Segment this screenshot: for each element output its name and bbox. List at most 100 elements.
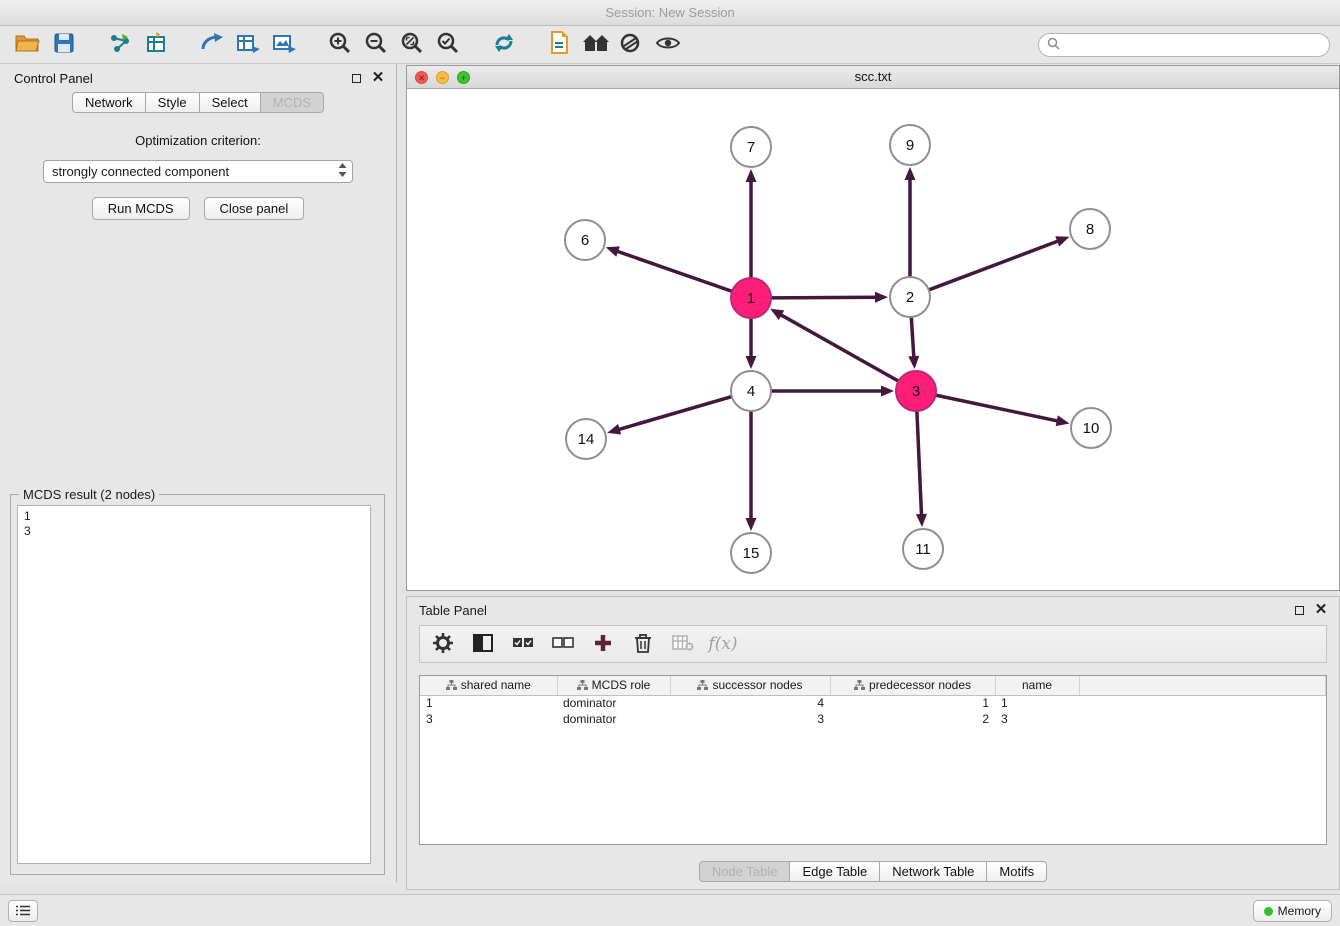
home-button[interactable]	[578, 29, 614, 61]
node-label-8: 8	[1086, 221, 1094, 238]
table-panel: Table Panel ✕	[406, 596, 1340, 890]
edge-arrowhead	[746, 518, 757, 531]
table-row[interactable]: 3 dominator 3 2 3	[420, 711, 1326, 727]
column-header-mcds-role[interactable]: MCDS role	[557, 676, 670, 695]
edge-arrowhead	[1056, 415, 1070, 426]
show-hide-button[interactable]	[650, 29, 686, 61]
close-window-button[interactable]: ✕	[415, 71, 428, 84]
memory-button[interactable]: Memory	[1253, 900, 1332, 922]
edge-2-8[interactable]	[929, 241, 1059, 290]
delete-table-icon	[672, 635, 694, 654]
refresh-view-button[interactable]	[486, 29, 522, 61]
task-history-button[interactable]	[8, 900, 38, 922]
tab-network[interactable]: Network	[72, 92, 146, 113]
column-type-icon	[854, 680, 865, 690]
window-titlebar: Session: New Session	[0, 0, 1340, 26]
stepper-arrows-icon	[337, 162, 348, 181]
column-header-successor-nodes[interactable]: successor nodes	[670, 676, 830, 695]
export-image-button[interactable]	[266, 29, 302, 61]
control-panel: Control Panel ✕ Network Style Select MCD…	[0, 64, 397, 882]
node-label-7: 7	[747, 139, 755, 156]
open-folder-icon	[15, 33, 41, 56]
open-session-button[interactable]	[10, 29, 46, 61]
edge-4-14[interactable]	[618, 397, 732, 430]
close-panel-button[interactable]: ✕	[370, 70, 386, 86]
export-network-button[interactable]	[194, 29, 230, 61]
show-columns-button[interactable]	[470, 631, 496, 657]
table-panel-title: Table Panel	[419, 603, 1285, 618]
edge-arrowhead	[905, 167, 916, 180]
edge-arrowhead	[607, 424, 621, 435]
import-network-button[interactable]	[102, 29, 138, 61]
node-label-6: 6	[581, 232, 589, 249]
edge-3-11[interactable]	[917, 411, 922, 516]
tab-select[interactable]: Select	[199, 92, 261, 113]
delete-column-button[interactable]	[630, 631, 656, 657]
zoom-selected-button[interactable]	[430, 29, 466, 61]
zoom-in-button[interactable]	[322, 29, 358, 61]
search-field[interactable]	[1038, 33, 1330, 57]
deselect-all-button[interactable]	[550, 631, 576, 657]
select-all-icon	[512, 637, 534, 652]
column-header-name[interactable]: name	[995, 676, 1079, 695]
network-canvas[interactable]: 7968124314101511	[407, 89, 1339, 590]
column-header-filler	[1079, 676, 1326, 695]
delete-table-button	[670, 631, 696, 657]
export-table-button[interactable]	[230, 29, 266, 61]
zoom-out-icon	[364, 31, 388, 58]
table-row[interactable]: 1 dominator 4 1 1	[420, 695, 1326, 711]
zoom-in-icon	[328, 31, 352, 58]
column-header-predecessor-nodes[interactable]: predecessor nodes	[830, 676, 995, 695]
columns-icon	[473, 634, 493, 655]
zoom-out-button[interactable]	[358, 29, 394, 61]
copy-style-button[interactable]	[542, 29, 578, 61]
float-panel-button[interactable]	[348, 70, 364, 86]
deselect-all-icon	[552, 637, 574, 652]
window-title: Session: New Session	[605, 5, 734, 20]
criterion-value: strongly connected component	[52, 164, 337, 179]
node-label-9: 9	[906, 137, 914, 154]
tab-network-table[interactable]: Network Table	[879, 861, 987, 882]
table-header-row: shared name MCDS role successor nodes pr…	[420, 676, 1326, 695]
edge-arrowhead	[1055, 236, 1069, 246]
mcds-result-area[interactable]: 1 3	[17, 505, 371, 864]
column-type-icon	[577, 680, 588, 690]
edge-3-1[interactable]	[780, 314, 899, 381]
list-icon	[16, 904, 30, 919]
tab-mcds[interactable]: MCDS	[260, 92, 324, 113]
trash-icon	[634, 633, 652, 656]
table-settings-button[interactable]	[430, 631, 456, 657]
add-column-button[interactable]	[590, 631, 616, 657]
apply-style-button[interactable]	[614, 29, 650, 61]
column-header-shared-name[interactable]: shared name	[420, 676, 557, 695]
edge-2-3[interactable]	[911, 317, 914, 358]
edge-1-2[interactable]	[771, 297, 877, 298]
tab-motifs[interactable]: Motifs	[986, 861, 1047, 882]
search-input[interactable]	[1066, 38, 1321, 52]
plus-icon	[594, 634, 612, 655]
criterion-dropdown[interactable]: strongly connected component	[43, 160, 353, 183]
close-table-panel-button[interactable]: ✕	[1313, 602, 1329, 618]
zoom-fit-button[interactable]	[394, 29, 430, 61]
save-session-button[interactable]	[46, 29, 82, 61]
mcds-result-text: 1 3	[18, 506, 370, 542]
node-table[interactable]: shared name MCDS role successor nodes pr…	[419, 675, 1327, 845]
import-table-button[interactable]	[138, 29, 174, 61]
tab-style[interactable]: Style	[145, 92, 200, 113]
tab-node-table[interactable]: Node Table	[699, 861, 791, 882]
close-panel-mcds-button[interactable]: Close panel	[204, 197, 305, 220]
fx-icon: f(x)	[708, 634, 737, 654]
run-mcds-button[interactable]: Run MCDS	[92, 197, 190, 220]
edge-3-10[interactable]	[936, 395, 1059, 421]
gear-icon	[433, 633, 453, 656]
style-brush-icon	[620, 32, 644, 57]
maximize-window-button[interactable]: +	[457, 71, 470, 84]
column-type-icon	[697, 680, 708, 690]
edge-arrowhead	[875, 292, 888, 303]
minimize-window-button[interactable]: −	[436, 71, 449, 84]
edge-1-6[interactable]	[616, 251, 732, 292]
tab-edge-table[interactable]: Edge Table	[789, 861, 880, 882]
select-all-button[interactable]	[510, 631, 536, 657]
float-table-panel-button[interactable]	[1291, 602, 1307, 618]
import-table-icon	[145, 32, 167, 57]
